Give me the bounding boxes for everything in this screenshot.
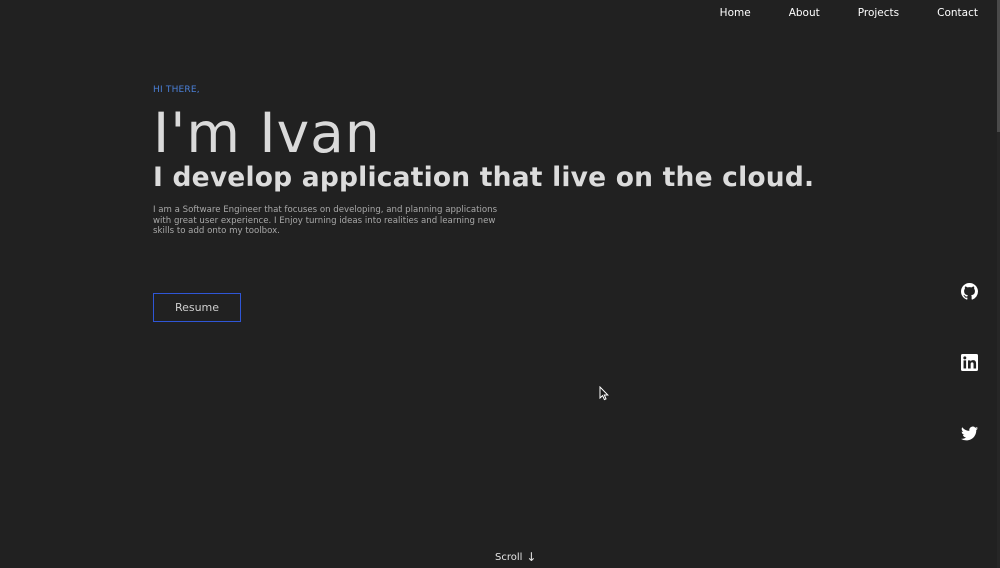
nav-contact-link[interactable]: Contact (937, 5, 978, 21)
twitter-icon-glyph (961, 426, 978, 441)
hero-section: HI THERE, I'm Ivan I develop application… (153, 84, 853, 237)
linkedin-icon-glyph (961, 354, 978, 371)
top-nav: Home About Projects Contact (682, 5, 978, 21)
nav-about-link[interactable]: About (789, 5, 820, 21)
scroll-label: Scroll (495, 552, 523, 563)
hero-tagline: I develop application that live on the c… (153, 162, 815, 193)
linkedin-icon[interactable] (961, 354, 978, 371)
hero-name: I'm Ivan (153, 101, 381, 165)
hero-bio: I am a Software Engineer that focuses on… (153, 205, 498, 236)
resume-button[interactable]: Resume (153, 293, 241, 322)
page: Home About Projects Contact HI THERE, I'… (0, 0, 1000, 568)
hero-greeting: HI THERE, (153, 85, 200, 95)
github-icon-glyph (961, 283, 978, 300)
nav-home-link[interactable]: Home (720, 5, 751, 21)
scroll-indicator[interactable]: Scroll ↓ (495, 550, 537, 564)
github-icon[interactable] (961, 283, 978, 300)
arrow-down-icon: ↓ (526, 550, 537, 564)
twitter-icon[interactable] (961, 425, 978, 442)
mouse-pointer-icon (599, 386, 609, 401)
nav-projects-link[interactable]: Projects (858, 5, 899, 21)
